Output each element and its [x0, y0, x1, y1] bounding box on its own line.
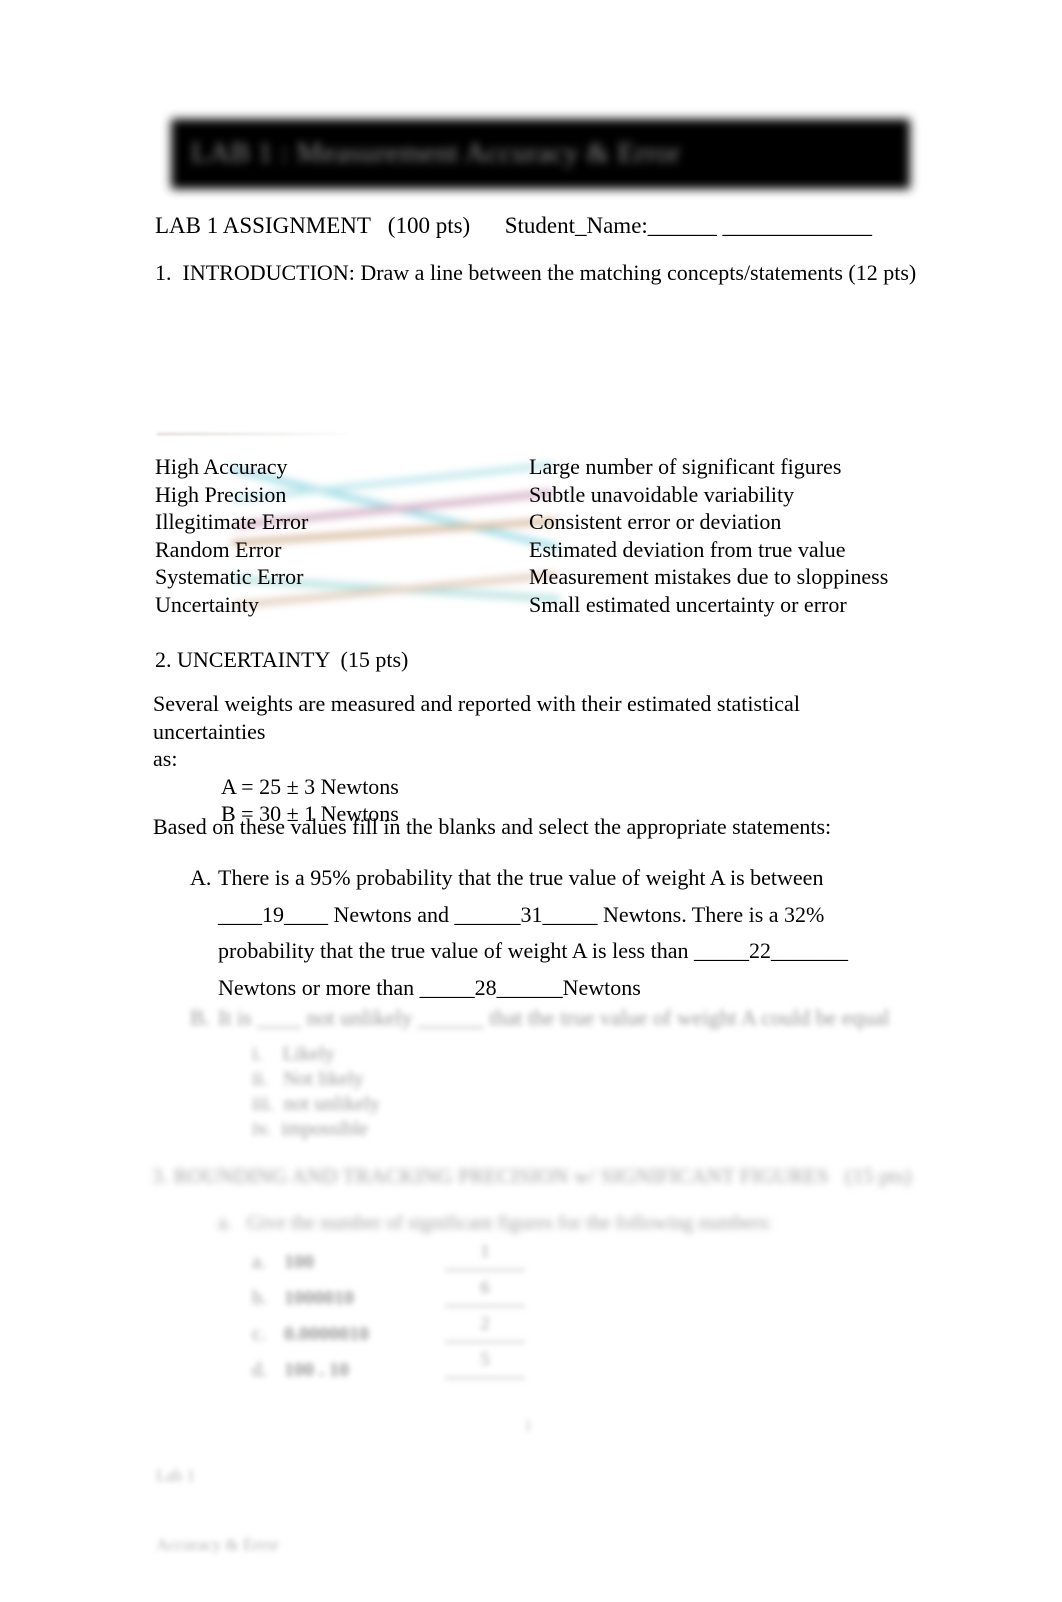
footer-left: Lab 1 Accuracy & Error	[156, 1418, 279, 1602]
banner-title: LAB 1 : Measurement Accuracy & Error	[191, 137, 681, 169]
table-row: d. 100 . 10 5 ________	[252, 1349, 672, 1388]
question-2b-marker: B.	[190, 1005, 211, 1030]
faint-divider-rule	[157, 433, 347, 435]
question-2b-option[interactable]: iii. not unlikely	[252, 1092, 380, 1117]
matching-left-item[interactable]: High Precision	[155, 481, 308, 509]
question-2b-option[interactable]: ii. Not likely	[252, 1067, 380, 1092]
row-value: 100	[284, 1251, 314, 1273]
question-2a-marker: A.	[190, 865, 212, 890]
matching-left-item[interactable]: Systematic Error	[155, 563, 308, 591]
matching-right-column: Large number of significant figures Subt…	[529, 453, 888, 619]
question-2b: B. It is ____ not unlikely ______ that t…	[190, 1004, 905, 1031]
question-2b-option[interactable]: iv. impossible	[252, 1117, 380, 1142]
matching-right-item[interactable]: Large number of significant figures	[529, 453, 888, 481]
question-2b-text[interactable]: It is ____ not unlikely ______ that the …	[190, 1004, 905, 1031]
significant-figures-table: a. 100 1 ________ b. 1000010 6 ________ …	[252, 1241, 672, 1388]
footer-page-number: 1	[524, 1416, 533, 1435]
row-label: b.	[252, 1287, 267, 1309]
matching-right-item[interactable]: Small estimated uncertainty or error	[529, 591, 888, 619]
matching-right-item[interactable]: Measurement mistakes due to sloppiness	[529, 563, 888, 591]
row-value: 1000010	[284, 1287, 354, 1309]
row-label: c.	[252, 1323, 266, 1345]
question-2b-options: i. Likely ii. Not likely iii. not unlike…	[252, 1042, 380, 1142]
matching-right-item[interactable]: Subtle unavoidable variability	[529, 481, 888, 509]
footer-line2: Accuracy & Error	[156, 1535, 279, 1554]
question-2b-option[interactable]: i. Likely	[252, 1042, 380, 1067]
section2-intro-line2: as:	[153, 746, 178, 771]
matching-left-item[interactable]: Uncertainty	[155, 591, 308, 619]
section2-intro: Several weights are measured and reporte…	[153, 690, 895, 828]
matching-right-item[interactable]: Consistent error or deviation	[529, 508, 888, 536]
matching-right-item[interactable]: Estimated deviation from true value	[529, 536, 888, 564]
matching-left-item[interactable]: High Accuracy	[155, 453, 308, 481]
question-2a: A. There is a 95% probability that the t…	[190, 860, 905, 1006]
matching-left-item[interactable]: Illegitimate Error	[155, 508, 308, 536]
section3-heading: 3. ROUNDING AND TRACKING PRECISION w/ SI…	[152, 1164, 912, 1188]
footer-line1: Lab 1	[156, 1466, 196, 1485]
section2-heading: 2. UNCERTAINTY (15 pts)	[155, 647, 409, 672]
matching-left-item[interactable]: Random Error	[155, 536, 308, 564]
question-2a-text[interactable]: There is a 95% probability that the true…	[190, 860, 905, 1006]
row-value: 0.0000010	[284, 1323, 369, 1345]
assignment-line: LAB 1 ASSIGNMENT (100 pts) Student_Name:…	[155, 213, 873, 238]
row-value: 100 . 10	[284, 1359, 349, 1381]
section2-instruction: Based on these values fill in the blanks…	[153, 814, 832, 839]
document-page: LAB 1 : Measurement Accuracy & Error LAB…	[0, 0, 1062, 1561]
matching-left-column: High Accuracy High Precision Illegitimat…	[155, 453, 308, 619]
row-label: d.	[252, 1359, 267, 1381]
weight-a-value: A = 25 ± 3 Newtons	[221, 773, 399, 799]
row-label: a.	[252, 1251, 266, 1273]
row-answer-blank[interactable]: ________	[410, 1352, 560, 1388]
matching-section: High Accuracy High Precision Illegitimat…	[0, 453, 1062, 628]
section2-intro-line1: Several weights are measured and reporte…	[153, 691, 800, 744]
section1-heading: 1. INTRODUCTION: Draw a line between the…	[155, 260, 917, 285]
header-banner: LAB 1 : Measurement Accuracy & Error	[171, 119, 910, 189]
